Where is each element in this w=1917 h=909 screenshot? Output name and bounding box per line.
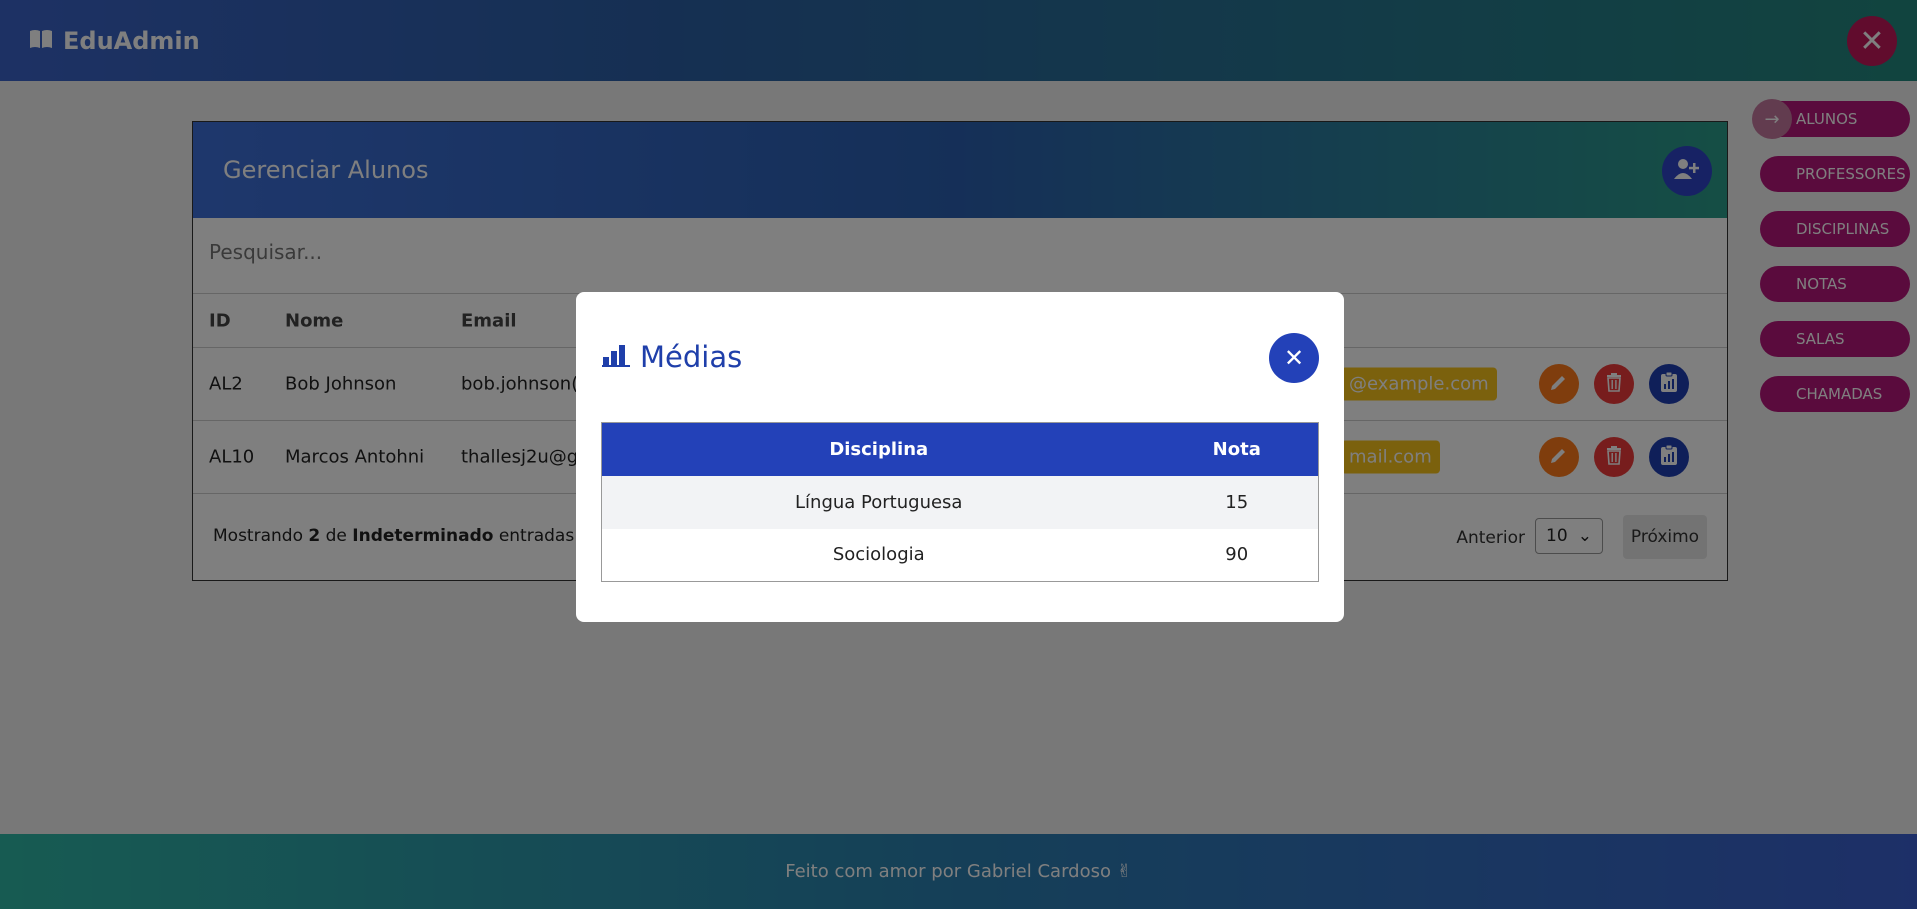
nota-cell: 90: [1225, 544, 1249, 566]
close-icon: ✕: [1283, 344, 1305, 372]
modal-close-button[interactable]: ✕: [1269, 333, 1319, 383]
bar-chart-icon: [602, 340, 630, 374]
column-header-nota: Nota: [1155, 422, 1319, 476]
nota-cell: 15: [1155, 475, 1319, 529]
grades-table: Disciplina Nota Língua Portuguesa 15 Soc…: [601, 422, 1319, 582]
table-row: Sociologia 90: [602, 529, 1319, 582]
table-row: Língua Portuguesa 15: [601, 475, 1319, 529]
disciplina-cell: Sociologia: [832, 544, 925, 566]
modal-title: Médias: [602, 340, 742, 374]
disciplina-cell: Língua Portuguesa: [601, 475, 1156, 529]
modal-title-text: Médias: [640, 340, 743, 374]
column-header-disciplina: Disciplina: [601, 422, 1156, 476]
averages-modal: Médias ✕ Disciplina Nota Língua Portugue…: [576, 292, 1344, 622]
